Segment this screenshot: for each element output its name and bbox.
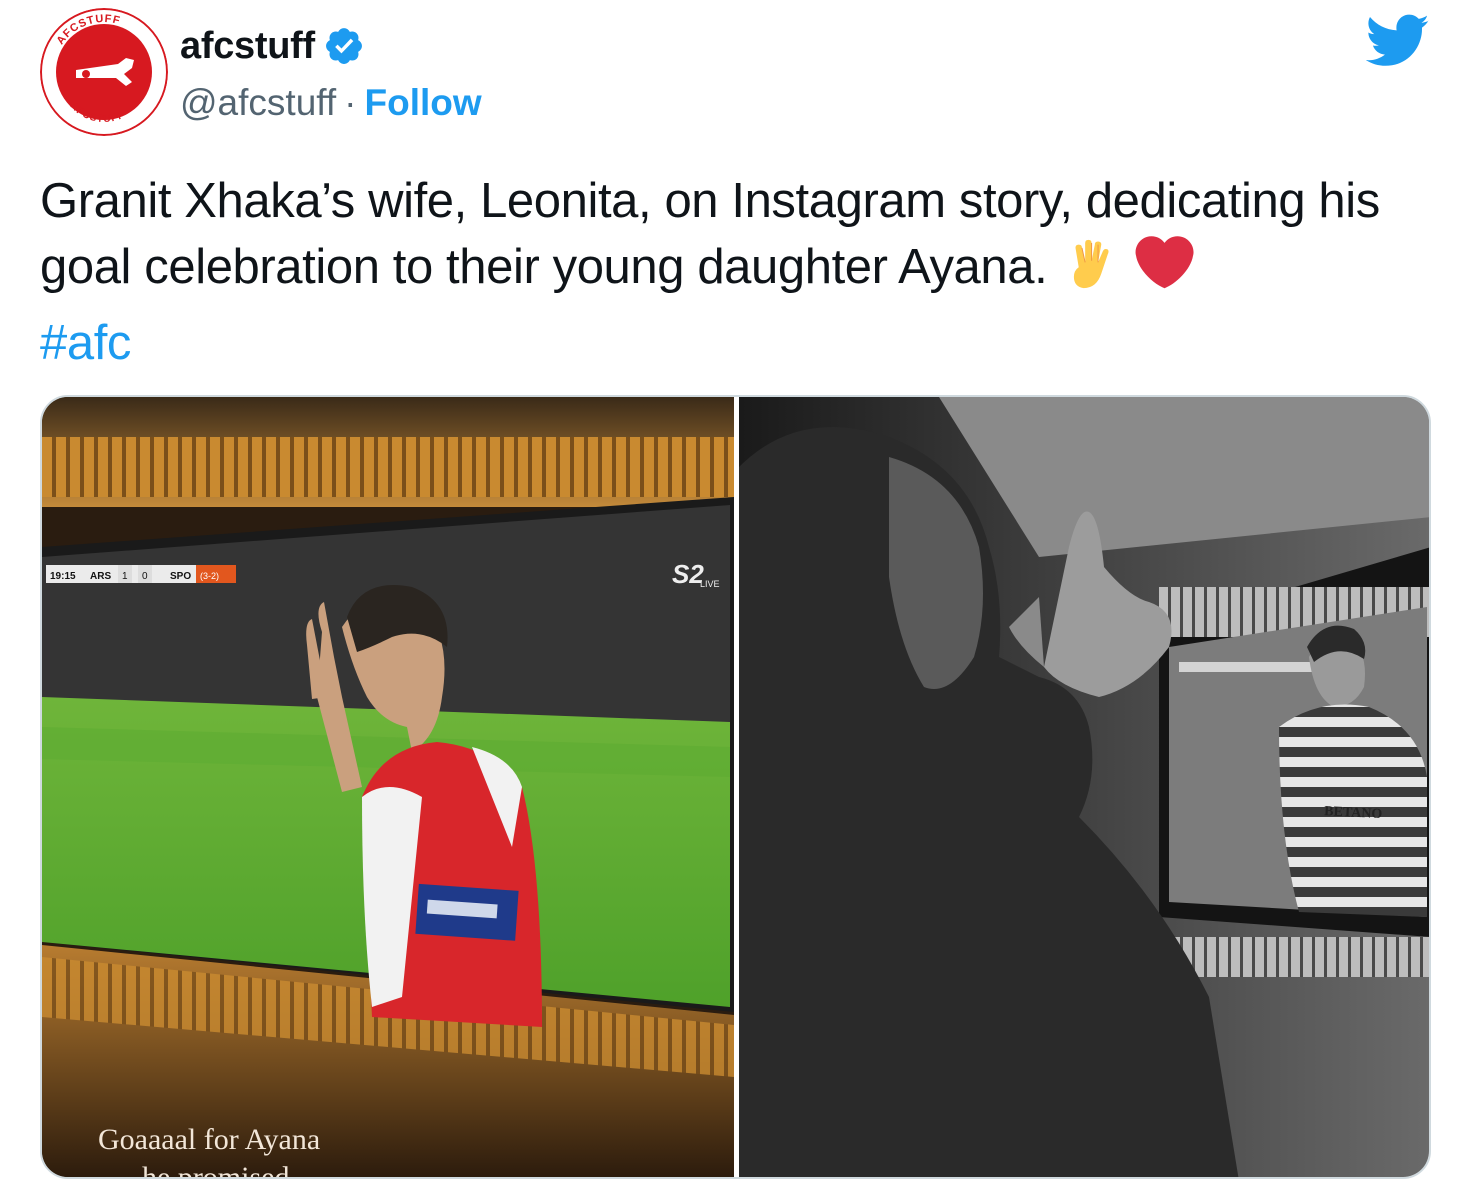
raised-hand-emoji (1061, 235, 1119, 310)
separator-dot: · (344, 82, 357, 123)
svg-text:LIVE: LIVE (700, 579, 720, 589)
author-block: afcstuff @afcstuff · Follow (180, 22, 482, 128)
follow-button[interactable]: Follow (365, 82, 482, 124)
handle-row: @afcstuff · Follow (180, 78, 482, 128)
svg-text:SPO: SPO (170, 571, 191, 582)
red-heart-emoji (1132, 235, 1194, 310)
verified-badge-icon (325, 28, 362, 64)
media-grid: 19:15 ARS 1 0 SPO (3-2) S2 LIVE Goaaaal … (40, 395, 1431, 1179)
hashtag-link[interactable]: #afc (40, 316, 131, 370)
photo-caption-line2: he promised (142, 1161, 289, 1177)
photo-right[interactable]: BETANO (739, 397, 1429, 1177)
handle[interactable]: @afcstuff (180, 82, 336, 124)
svg-text:0: 0 (142, 571, 148, 582)
svg-text:19:15: 19:15 (50, 571, 76, 582)
avatar[interactable]: AFCSTUFF AFCSTUFF (40, 8, 168, 136)
twitter-bird-icon[interactable] (1366, 14, 1430, 68)
tweet-card: AFCSTUFF AFCSTUFF afcstuff @afcstuff · F… (0, 0, 1460, 1189)
photo-left[interactable]: 19:15 ARS 1 0 SPO (3-2) S2 LIVE Goaaaal … (42, 397, 734, 1177)
tweet-text: Granit Xhaka’s wife, Leonita, on Instagr… (40, 168, 1440, 376)
display-name[interactable]: afcstuff (180, 25, 315, 68)
svg-text:ARS: ARS (90, 571, 111, 582)
photo-caption-line1: Goaaaal for Ayana (98, 1123, 321, 1156)
name-row: afcstuff (180, 22, 482, 70)
svg-text:BETANO: BETANO (1324, 804, 1383, 822)
svg-text:1: 1 (122, 571, 128, 582)
svg-text:(3-2): (3-2) (200, 571, 219, 581)
